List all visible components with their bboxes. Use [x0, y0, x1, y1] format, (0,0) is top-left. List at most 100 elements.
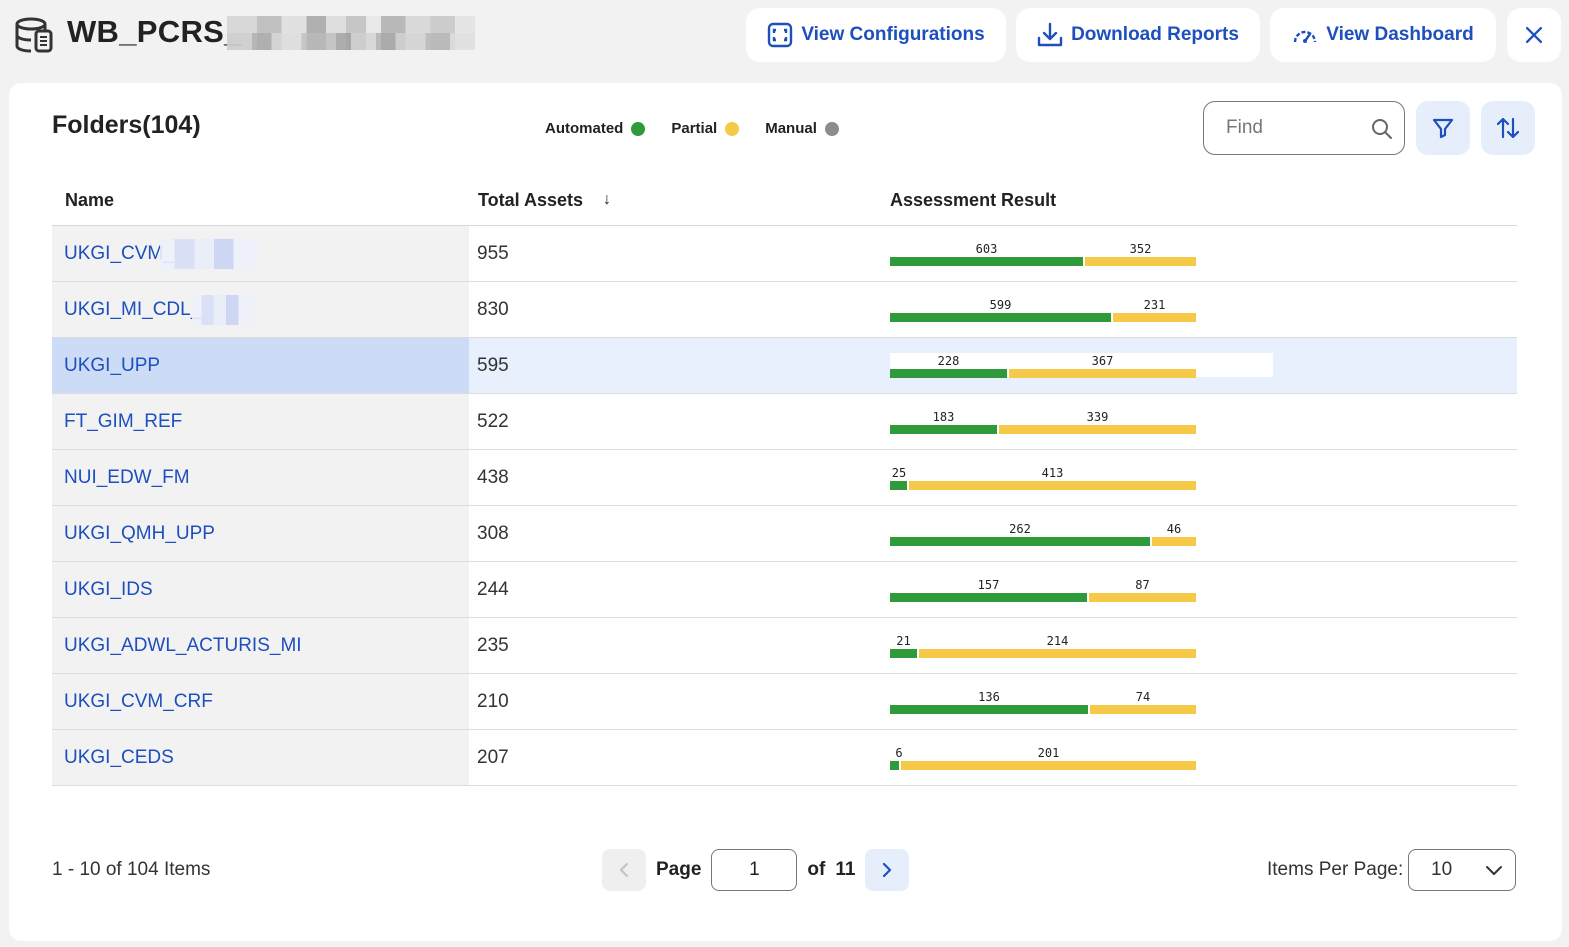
- assessment-bar: 599 231: [890, 293, 1196, 323]
- sort-button[interactable]: [1481, 101, 1535, 155]
- find-input[interactable]: [1226, 117, 1356, 139]
- table-row[interactable]: UKGI_UPP 595 228 367: [52, 338, 1517, 394]
- page-label: Page: [656, 859, 702, 880]
- assessment-result-cell: 599 231: [890, 282, 1517, 337]
- partial-segment[interactable]: [919, 649, 1196, 658]
- folder-name-link[interactable]: UKGI_MI_CDL_: [52, 282, 469, 337]
- total-assets-cell: 955: [477, 242, 509, 264]
- view-configurations-button[interactable]: View Configurations: [746, 8, 1006, 62]
- partial-segment[interactable]: [1085, 257, 1196, 266]
- column-name[interactable]: Name: [52, 190, 469, 211]
- folder-name-link[interactable]: UKGI_CVM_: [52, 226, 469, 281]
- automated-count-label: 603: [975, 242, 998, 256]
- filter-button[interactable]: [1416, 101, 1470, 155]
- automated-segment[interactable]: [890, 649, 917, 658]
- close-button[interactable]: [1507, 8, 1561, 62]
- database-icon: [15, 17, 53, 53]
- automated-segment[interactable]: [890, 593, 1087, 602]
- redacted-name-suffix: [192, 295, 254, 325]
- folder-name-link[interactable]: UKGI_QMH_UPP: [52, 506, 469, 561]
- legend: Automated Partial Manual: [545, 120, 839, 137]
- automated-count-label: 599: [989, 298, 1012, 312]
- close-icon: [1525, 26, 1543, 44]
- folder-name-link[interactable]: NUI_EDW_FM: [52, 450, 469, 505]
- partial-segment[interactable]: [1009, 369, 1196, 378]
- gauge-icon: [1294, 30, 1317, 43]
- legend-manual: Manual: [765, 120, 839, 137]
- of-label: of: [807, 859, 826, 880]
- table-row[interactable]: UKGI_CEDS 207 6 201: [52, 730, 1517, 786]
- manual-dot-icon: [824, 121, 839, 136]
- redacted-name-suffix: [160, 239, 258, 269]
- partial-segment[interactable]: [909, 481, 1196, 490]
- total-assets-cell: 235: [477, 634, 509, 656]
- table-row[interactable]: FT_GIM_REF 522 183 339: [52, 394, 1517, 450]
- items-per-page-select[interactable]: 10: [1408, 849, 1516, 891]
- automated-segment[interactable]: [890, 761, 899, 770]
- total-assets-cell: 595: [477, 354, 509, 376]
- assessment-bar: 262 46: [890, 517, 1196, 547]
- folder-name-link[interactable]: UKGI_IDS: [52, 562, 469, 617]
- partial-segment[interactable]: [901, 761, 1196, 770]
- table-row[interactable]: UKGI_CVM_CRF 210 136 74: [52, 674, 1517, 730]
- total-assets-cell: 244: [477, 578, 509, 600]
- folders-panel: Folders(104) Automated Partial Manual Fi…: [9, 83, 1562, 941]
- assessment-bar: 25 413: [890, 461, 1196, 491]
- automated-segment[interactable]: [890, 481, 907, 490]
- folder-name: UKGI_CVM_CRF: [64, 690, 213, 712]
- partial-segment[interactable]: [1090, 705, 1196, 714]
- folder-name-link[interactable]: UKGI_CVM_CRF: [52, 674, 469, 729]
- table-row[interactable]: NUI_EDW_FM 438 25 413: [52, 450, 1517, 506]
- partial-segment[interactable]: [1152, 537, 1196, 546]
- automated-count-label: 136: [978, 690, 1000, 704]
- automated-segment[interactable]: [890, 425, 997, 434]
- assessment-bar: 6 201: [890, 741, 1196, 771]
- automated-segment[interactable]: [890, 537, 1150, 546]
- chevron-down-icon: [1486, 866, 1502, 875]
- automated-count-label: 21: [896, 634, 911, 648]
- total-assets-cell: 308: [477, 522, 509, 544]
- table-row[interactable]: UKGI_MI_CDL_ 830 599 231: [52, 282, 1517, 338]
- assessment-bar: 183 339: [890, 405, 1196, 435]
- view-dashboard-button[interactable]: View Dashboard: [1270, 8, 1496, 62]
- assessment-bar: 136 74: [890, 685, 1196, 715]
- total-assets-cell: 207: [477, 746, 509, 768]
- partial-dot-icon: [725, 121, 740, 136]
- automated-dot-icon: [631, 121, 646, 136]
- folder-name-link[interactable]: UKGI_ADWL_ACTURIS_MI: [52, 618, 469, 673]
- partial-segment[interactable]: [1089, 593, 1196, 602]
- automated-segment[interactable]: [890, 313, 1111, 322]
- partial-segment[interactable]: [1113, 313, 1196, 322]
- folder-name-link[interactable]: UKGI_CEDS: [52, 730, 469, 785]
- column-total-assets[interactable]: Total Assets ↓: [469, 190, 890, 211]
- table-row[interactable]: UKGI_IDS 244 157 87: [52, 562, 1517, 618]
- assessment-bar: 21 214: [890, 629, 1196, 659]
- total-assets-cell: 522: [477, 410, 509, 432]
- download-reports-button[interactable]: Download Reports: [1016, 8, 1260, 62]
- automated-segment[interactable]: [890, 705, 1088, 714]
- automated-segment[interactable]: [890, 369, 1007, 378]
- assessment-result-cell: 21 214: [890, 618, 1517, 673]
- search-icon: [1372, 119, 1392, 139]
- app-title: WB_PCRS_: [67, 14, 242, 49]
- table-row[interactable]: UKGI_QMH_UPP 308 262 46: [52, 506, 1517, 562]
- partial-segment[interactable]: [999, 425, 1196, 434]
- assessment-result-cell: 25 413: [890, 450, 1517, 505]
- redacted-title-suffix: [227, 16, 475, 50]
- panel-title: Folders(104): [52, 111, 201, 139]
- partial-count-label: 87: [1135, 578, 1150, 592]
- automated-count-label: 183: [932, 410, 955, 424]
- assessment-result-cell: 6 201: [890, 730, 1517, 785]
- total-assets-cell: 438: [477, 466, 509, 488]
- folder-name: UKGI_MI_CDL_: [64, 298, 202, 320]
- previous-page-button[interactable]: [602, 849, 646, 891]
- page-number-input[interactable]: [711, 849, 798, 891]
- next-page-button[interactable]: [865, 849, 910, 891]
- folder-name-link[interactable]: FT_GIM_REF: [52, 394, 469, 449]
- folder-name-link[interactable]: UKGI_UPP: [52, 338, 469, 393]
- find-box[interactable]: [1203, 101, 1405, 155]
- automated-segment[interactable]: [890, 257, 1083, 266]
- table-row[interactable]: UKGI_CVM_ 955 603 352: [52, 226, 1517, 282]
- column-assessment-result: Assessment Result: [890, 189, 1057, 210]
- table-row[interactable]: UKGI_ADWL_ACTURIS_MI 235 21 214: [52, 618, 1517, 674]
